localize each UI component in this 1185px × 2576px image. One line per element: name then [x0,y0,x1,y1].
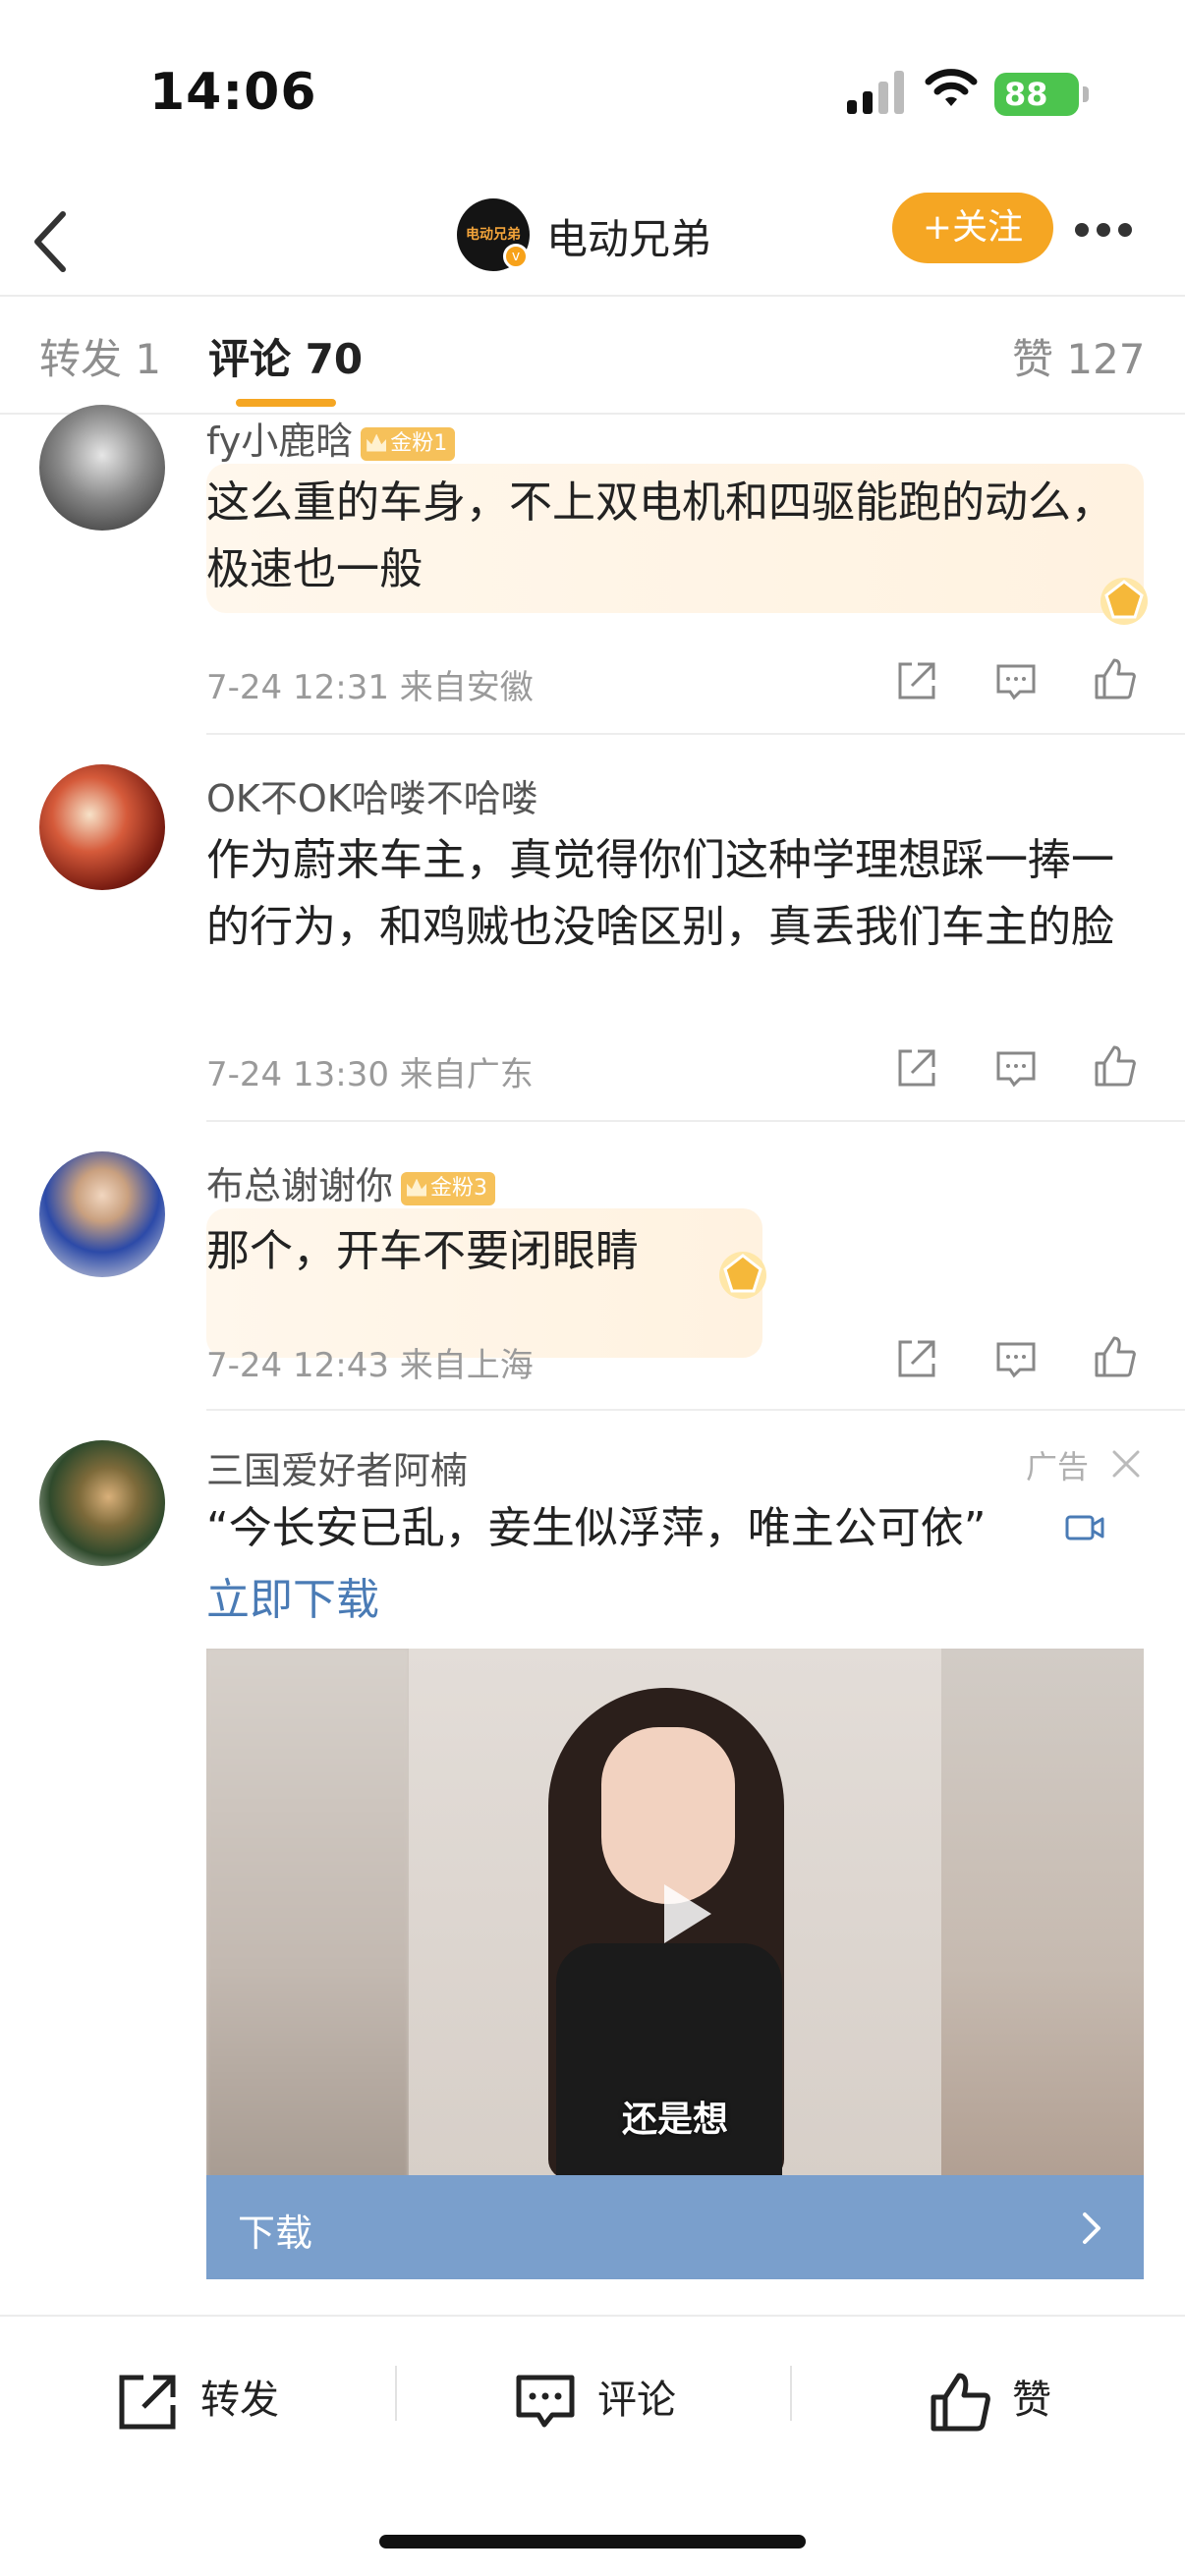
download-link[interactable]: 立即下载 [206,1564,379,1627]
fan-badge: 金粉1 [361,426,456,461]
comment-meta: 7-24 13:30 来自广东 [206,1055,534,1094]
ad-label: 广告 [1026,1448,1090,1485]
repost-button[interactable]: 转发 [116,2366,279,2435]
bottom-separator [395,2366,397,2421]
gem-badge-icon [719,1252,766,1299]
comment-icon[interactable] [992,658,1040,705]
like-label: 赞 [1012,2378,1051,2423]
comment-username-text[interactable]: 布总谢谢你 [206,1164,393,1207]
status-time: 14:06 [149,63,317,122]
avatar[interactable] [39,764,165,890]
row-divider [206,733,1185,735]
verified-badge-icon: v [503,244,529,269]
wifi-icon [925,69,978,106]
comment-icon[interactable] [992,1045,1040,1092]
share-icon[interactable] [892,1336,939,1383]
comment-icon[interactable] [992,1336,1040,1383]
comment-text: 这么重的车身，不上双电机和四驱能跑的动么，极速也一般 [206,477,1114,594]
video-icon [1065,1515,1104,1540]
tab-reposts[interactable]: 转发 1 [39,326,161,386]
comment-username[interactable]: OK不OK哈喽不哈喽 [206,768,538,822]
comment-username[interactable]: fy小鹿晗 金粉1 [206,411,456,465]
row-divider [206,1120,1185,1122]
signal-icon [847,71,904,114]
comment-text: 那个，开车不要闭眼睛 [206,1226,639,1276]
comment-username-text[interactable]: fy小鹿晗 [206,420,353,463]
video-caption: 还是想 [621,2100,728,2140]
home-indicator [379,2535,806,2548]
video-figure-dress [556,1943,782,2179]
fan-badge: 金粉3 [401,1171,496,1205]
tab-likes[interactable]: 赞 127 [1012,326,1146,386]
like-icon[interactable] [1091,1043,1138,1091]
like-button[interactable]: 赞 [928,2366,1051,2435]
gem-badge-icon [1100,578,1148,625]
crown-icon [407,1178,427,1197]
tabs-divider [0,413,1185,415]
video-frame: 还是想 [409,1649,941,2179]
account-name[interactable]: 电动兄弟 [546,206,711,266]
comment-username[interactable]: 布总谢谢你 金粉3 [206,1155,496,1209]
ad-text: “今长安已乱，妾生似浮萍，唯主公可依” [206,1503,987,1553]
avatar[interactable] [39,405,165,531]
download-bar-label: 下载 [238,2212,313,2255]
avatar[interactable] [39,1151,165,1277]
share-icon[interactable] [892,1045,939,1092]
video-blur-right [941,1649,1144,2179]
bottom-separator [790,2366,792,2421]
row-divider [206,1409,1185,1411]
ad-video[interactable]: 还是想 [206,1649,1144,2179]
repost-label: 转发 [200,2378,279,2423]
fan-badge-label: 金粉1 [390,430,448,456]
close-icon[interactable] [1108,1446,1144,1482]
top-nav: 电动兄弟 v 电动兄弟 +关注 [0,187,1185,297]
like-icon [931,2373,990,2432]
like-icon[interactable] [1091,1334,1138,1381]
tab-comments[interactable]: 评论 70 [208,326,363,386]
ad-username[interactable]: 三国爱好者阿楠 [206,1440,468,1494]
comment-icon [516,2375,575,2428]
share-icon[interactable] [892,658,939,705]
battery-level: 88 [1004,76,1048,113]
crown-icon [367,433,387,452]
comment-text: 作为蔚来车主，真觉得你们这种学理想踩一捧一的行为，和鸡贼也没啥区别，真丢我们车主… [206,835,1114,952]
bottom-action-bar: 转发 评论 赞 [0,2317,1185,2474]
comment-button[interactable]: 评论 [513,2366,676,2435]
status-bar: 14:06 88 [0,0,1185,187]
more-icon[interactable] [1075,222,1144,242]
download-bar[interactable]: 下载 [206,2175,1144,2279]
active-tab-indicator [236,399,336,407]
comment-meta: 7-24 12:43 来自上海 [206,1346,534,1385]
share-icon [119,2375,176,2430]
comment-label: 评论 [597,2378,676,2423]
battery-indicator: 88 [994,73,1089,116]
comment-meta: 7-24 12:31 来自安徽 [206,668,534,707]
battery-nub [1083,86,1089,102]
avatar[interactable] [39,1440,165,1566]
like-icon[interactable] [1091,656,1138,703]
video-blur-left [206,1649,409,2179]
fan-badge-label: 金粉3 [430,1175,488,1201]
back-arrow-icon[interactable] [29,200,85,283]
chevron-right-icon [1083,2212,1100,2244]
follow-button[interactable]: +关注 [892,193,1053,263]
play-icon[interactable] [643,1875,721,1953]
tab-bar: 转发 1 评论 70 赞 127 [0,297,1185,415]
